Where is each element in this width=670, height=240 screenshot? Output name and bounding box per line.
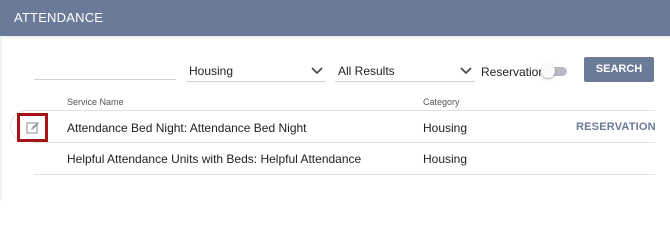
category-select-value: Housing [189, 64, 234, 78]
reservation-toggle-label: Reservation [481, 65, 546, 79]
search-button[interactable]: SEARCH [584, 57, 654, 82]
divider [34, 142, 655, 143]
divider [34, 110, 655, 111]
chevron-down-icon [311, 67, 323, 75]
results-select-value: All Results [338, 64, 395, 78]
edit-icon [26, 122, 39, 134]
edit-button[interactable] [17, 113, 48, 142]
table-row-category: Housing [423, 152, 468, 166]
toggle-knob [541, 64, 555, 78]
table-row-service-name: Attendance Bed Night: Attendance Bed Nig… [67, 121, 307, 135]
divider [34, 174, 655, 175]
page-header: ATTENDANCE [0, 0, 670, 36]
results-select[interactable]: All Results [335, 60, 475, 82]
table-row-service-name: Helpful Attendance Units with Beds: Help… [67, 152, 362, 166]
filter-text-field[interactable] [34, 79, 176, 80]
category-select[interactable]: Housing [186, 60, 326, 82]
column-header-category: Category [423, 97, 460, 107]
chevron-down-icon [460, 67, 472, 75]
reservation-toggle[interactable] [541, 64, 567, 78]
column-header-service-name: Service Name [67, 97, 124, 107]
table-row-category: Housing [423, 121, 468, 135]
page-title: ATTENDANCE [14, 10, 104, 25]
reservation-link[interactable]: RESERVATION [576, 121, 656, 133]
